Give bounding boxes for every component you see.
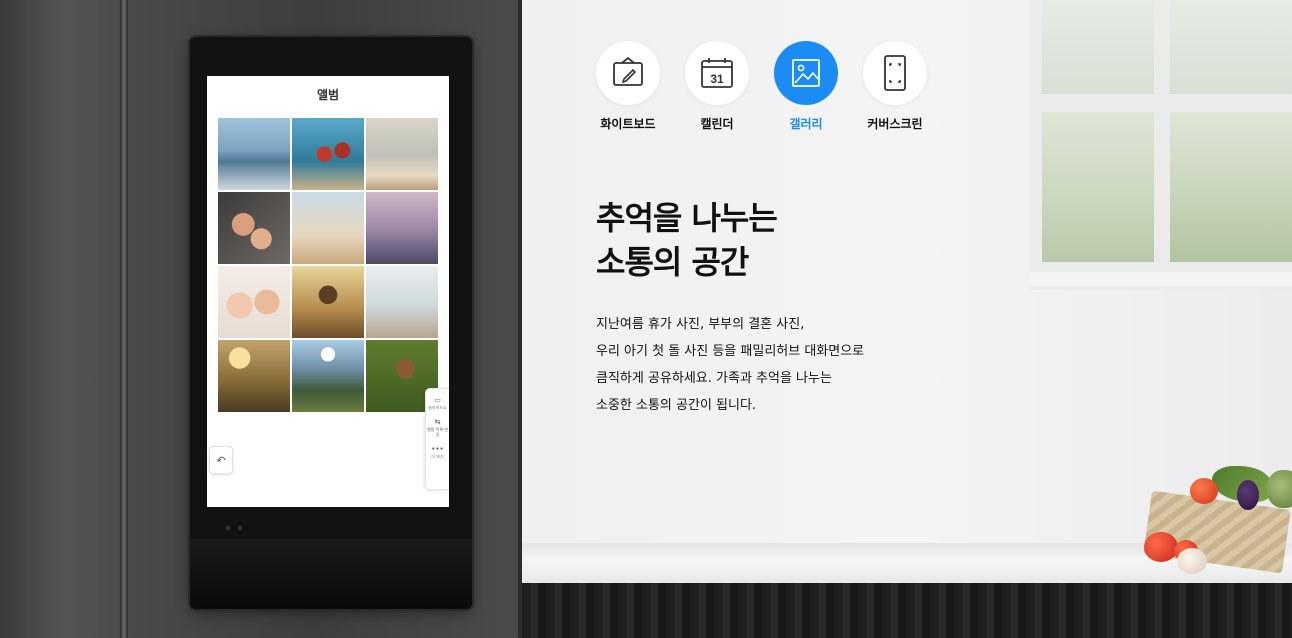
photo-thumbnail[interactable] (292, 340, 364, 412)
description-line-4: 소중한 소통의 공간이 됩니다. (596, 398, 757, 413)
tab-calendar[interactable]: 31 캘린더 (685, 41, 749, 132)
headline-line-1: 추억을 나누는 (596, 199, 778, 237)
garlic (1177, 548, 1207, 574)
tab-coverscreen-label: 커버스크린 (867, 117, 923, 131)
photo-thumbnail[interactable] (366, 118, 438, 190)
description: 지난여름 휴가 사진, 부부의 결혼 사진, 우리 아기 첫 돌 사진 등을 패… (596, 311, 1016, 419)
headline-line-2: 소통의 공간 (596, 243, 749, 281)
tomato (1190, 478, 1218, 504)
slideshow-icon: ▭ (434, 396, 441, 404)
change-album-label: 앨범 목록 변경 (427, 427, 448, 437)
calendar-icon: 31 (685, 41, 749, 105)
window (1030, 0, 1292, 290)
sensor-dots (226, 526, 242, 530)
album-title: 앨범 (316, 88, 340, 102)
refrigerator-image: 앨범 ↶ ▭ 슬라이드쇼 ⇆ 앨범 목록 변경 ••• 더 보기 (0, 0, 522, 638)
slideshow-label: 슬라이드쇼 (428, 405, 447, 410)
undo-icon: ↶ (216, 453, 226, 467)
photo-thumbnail[interactable] (218, 192, 290, 264)
tab-gallery[interactable]: 갤러리 (774, 41, 838, 132)
album-side-menu: ▭ 슬라이드쇼 ⇆ 앨범 목록 변경 ••• 더 보기 (425, 388, 449, 490)
photo-thumbnail[interactable] (218, 266, 290, 338)
cover-screen-icon (863, 41, 927, 105)
slideshow-button[interactable]: ▭ 슬라이드쇼 (427, 397, 449, 410)
more-button[interactable]: ••• 더 보기 (427, 446, 449, 459)
tab-gallery-label: 갤러리 (789, 117, 823, 131)
door-seam (120, 0, 128, 638)
album-screen: 앨범 ↶ ▭ 슬라이드쇼 ⇆ 앨범 목록 변경 ••• 더 보기 (207, 76, 449, 507)
artichoke (1267, 470, 1292, 508)
photo-thumbnail[interactable] (218, 118, 290, 190)
tab-whiteboard-label: 화이트보드 (600, 117, 656, 131)
album-list-icon: ⇆ (434, 418, 441, 427)
more-icon: ••• (431, 445, 444, 454)
description-line-3: 큼직하게 공유하세요. 가족과 추억을 나누는 (596, 371, 832, 386)
feature-tabs: 화이트보드 31 캘린더 갤러리 커버스크린 (596, 41, 927, 132)
tab-whiteboard[interactable]: 화이트보드 (596, 41, 660, 132)
photo-thumbnail[interactable] (292, 266, 364, 338)
photo-thumbnail[interactable] (366, 266, 438, 338)
gallery-icon (774, 41, 838, 105)
eggplant (1237, 480, 1259, 510)
photo-thumbnail[interactable] (218, 340, 290, 412)
tomato (1144, 532, 1178, 562)
photo-thumbnail[interactable] (366, 192, 438, 264)
floor (522, 583, 1292, 638)
tab-calendar-label: 캘린더 (700, 117, 734, 131)
display-bezel (190, 539, 472, 609)
more-label: 더 보기 (431, 454, 444, 460)
tab-coverscreen[interactable]: 커버스크린 (863, 41, 927, 132)
headline: 추억을 나누는 소통의 공간 (596, 196, 996, 284)
back-button[interactable]: ↶ (209, 446, 233, 474)
change-album-button[interactable]: ⇆ 앨범 목록 변경 (427, 419, 449, 437)
whiteboard-icon (596, 41, 660, 105)
description-line-2: 우리 아기 첫 돌 사진 등을 패밀리허브 대화면으로 (596, 344, 865, 359)
calendar-day-number: 31 (710, 72, 724, 86)
photo-grid (218, 118, 438, 412)
description-line-1: 지난여름 휴가 사진, 부부의 결혼 사진, (596, 317, 805, 332)
photo-thumbnail[interactable] (292, 118, 364, 190)
photo-thumbnail[interactable] (292, 192, 364, 264)
